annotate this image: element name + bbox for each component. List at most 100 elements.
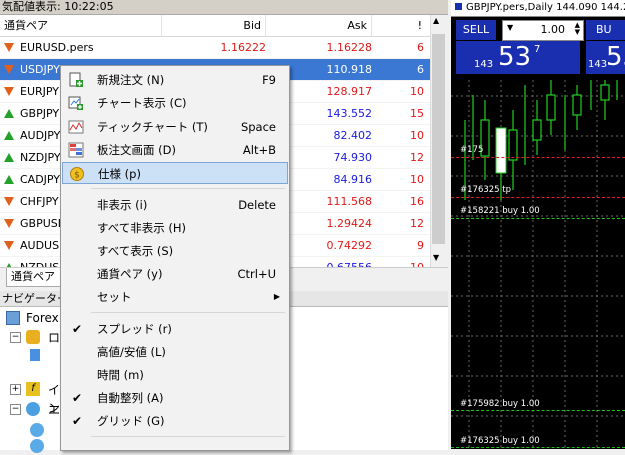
menu-item-sets[interactable]: セット ▶ [62,286,288,308]
market-watch-header: 通貨ペア Bid Ask ! [0,15,430,37]
order-line[interactable] [451,157,625,158]
spread-cell: 15 [410,107,424,120]
navigator-item-label: ロ [48,331,61,345]
menu-item-label: チャート表示 (C) [97,96,187,110]
menu-item-label: すべて非表示 (H) [97,221,187,235]
column-header-ask[interactable]: Ask [266,15,372,36]
menu-item-label: 仕様 (p) [98,167,141,181]
menu-separator [91,312,285,313]
arrow-down-icon [4,65,14,74]
menu-item-auto-arrange[interactable]: ✔ 自動整列 (A) [62,387,288,409]
arrow-up-icon [4,153,14,162]
buy-button[interactable]: BU [586,20,625,40]
arrow-up-icon [4,109,14,118]
expert-icon [30,423,44,437]
ask-price-prefix: 143 [588,59,608,70]
candle-body [532,119,542,141]
lot-size-value: 1.00 [540,23,566,36]
scroll-up-icon[interactable]: ▲ [433,16,439,25]
menu-item-shortcut: Ctrl+U [237,267,276,281]
symbol-cell: NZDJPY [20,151,61,164]
menu-item-label: 高値/安値 (L) [97,345,166,359]
collapse-icon[interactable]: − [10,404,21,415]
depth-of-market-icon [68,142,84,158]
menu-item-spread[interactable]: ✔ スプレッド (r) [62,318,288,340]
market-watch-title: 気配値表示: 10:22:05 [2,0,114,13]
menu-item-show-all[interactable]: すべて表示 (S) [62,240,288,262]
bid-cell: 1.16222 [220,41,267,54]
accounts-icon [26,330,40,344]
account-icon [30,349,40,361]
menu-item-hide-all[interactable]: すべて非表示 (H) [62,217,288,239]
lot-size-field[interactable]: ▼ 1.00 ▲ ▼ [502,20,584,41]
candle-body [572,94,582,116]
arrow-down-icon [4,241,14,250]
column-header-spread[interactable]: ! [372,15,430,36]
market-watch-title-bar: 気配値表示: 10:22:05 [0,0,448,15]
order-line[interactable] [451,447,625,448]
bid-price-pips: 53 [498,42,532,72]
menu-item-label: スプレッド (r) [97,322,172,336]
menu-item-depth-of-market[interactable]: 板注文画面 (D) Alt+B [62,139,288,161]
spread-cell: 12 [410,151,424,164]
symbol-cell: EURUSD.pers [20,41,94,54]
collapse-icon[interactable]: − [10,332,21,343]
tick-chart-icon [68,120,84,134]
computer-icon [6,311,20,325]
symbol-cell: AUDJPY [20,129,61,142]
menu-item-high-low[interactable]: 高値/安値 (L) [62,341,288,363]
order-line-label: #175 [460,145,484,155]
symbol-cell: EURJPY [20,85,59,98]
candle-body [508,129,518,161]
order-line-label: #176325 tp [460,185,511,195]
column-header-symbol[interactable]: 通貨ペア [0,15,162,36]
scroll-down-icon[interactable]: ▼ [433,253,439,262]
menu-item-label: 板注文画面 (D) [97,143,176,157]
menu-item-specification[interactable]: $ 仕様 (p) [62,162,288,184]
order-line[interactable] [451,218,625,219]
column-header-bid[interactable]: Bid [162,15,266,36]
menu-item-hide[interactable]: 非表示 (i) Delete [62,194,288,216]
menu-item-time[interactable]: 時間 (m) [62,364,288,386]
menu-item-tick-chart[interactable]: ティックチャート (T) Space [62,116,288,138]
indicators-icon: f [26,382,40,396]
checkmark-icon: ✔ [72,391,83,405]
scrollbar-thumb[interactable] [432,34,445,244]
menu-item-new-order[interactable]: 新規注文 (N) F9 [62,69,288,91]
menu-item-label: 自動整列 (A) [97,391,164,405]
menu-item-label: グリッド (G) [97,414,165,428]
menu-item-shortcut: F9 [262,73,276,87]
chart-title-bar: GBPJPY.pers,Daily 144.090 144.275 [451,0,625,17]
menu-item-label: 時間 (m) [97,368,144,382]
spread-cell: 9 [417,239,424,252]
menu-separator [91,188,285,189]
chevron-down-icon[interactable]: ▼ [507,23,513,32]
table-row[interactable]: EURUSD.pers 1.16222 1.16228 6 [0,37,430,59]
menu-item-label: ティックチャート (T) [97,120,208,134]
menu-item-grid[interactable]: ✔ グリッド (G) [62,410,288,432]
ask-cell: 1.16228 [326,41,373,54]
menu-item-symbols[interactable]: 通貨ペア (y) Ctrl+U [62,263,288,285]
menu-item-shortcut: Space [240,120,276,134]
menu-item-label: 新規注文 (N) [97,73,165,87]
checkmark-icon: ✔ [72,414,83,428]
order-line[interactable] [451,410,625,411]
spread-cell: 6 [417,41,424,54]
candle-body [600,84,610,101]
candle-body [546,94,556,121]
symbol-cell: CADJPY [20,173,61,186]
spread-cell: 10 [410,173,424,186]
menu-item-shortcut: Delete [238,198,276,212]
menu-item-label: 通貨ペア (y) [97,267,163,281]
order-line-label: #158221 buy 1.00 [460,206,540,216]
sell-button[interactable]: SELL [456,20,496,40]
expand-icon[interactable]: + [10,384,21,395]
spread-cell: 16 [410,195,424,208]
menu-item-chart-window[interactable]: チャート表示 (C) [62,92,288,114]
navigator-root-label: Forex [26,311,59,325]
spinner-arrows-icon[interactable]: ▲ ▼ [575,22,580,36]
arrow-down-icon [4,197,14,206]
arrow-down-icon [4,43,14,52]
specification-icon: $ [70,167,84,181]
order-line[interactable] [451,197,625,198]
